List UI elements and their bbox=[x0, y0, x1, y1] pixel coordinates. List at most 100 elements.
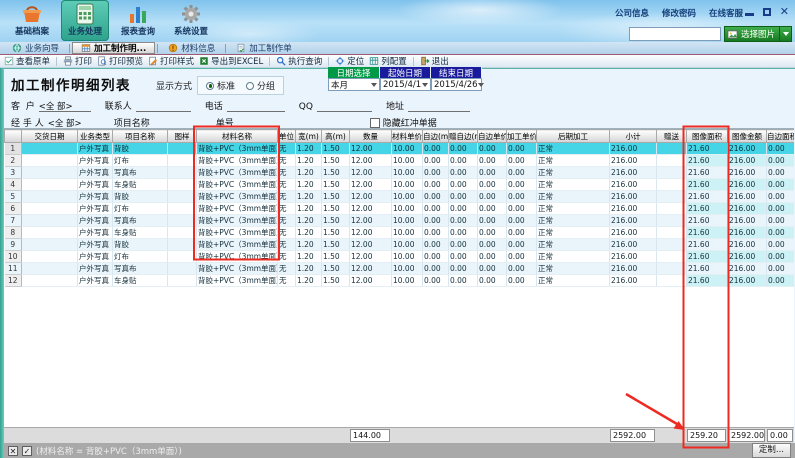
image-path-input[interactable] bbox=[629, 27, 721, 41]
cell-gift[interactable] bbox=[657, 263, 687, 275]
cell-pattern[interactable] bbox=[168, 203, 197, 215]
cell-img_amount[interactable]: 216.00 bbox=[728, 215, 767, 227]
cell-post_proc[interactable]: 正常 bbox=[537, 155, 610, 167]
cell-img_area[interactable]: 21.60 bbox=[687, 275, 728, 287]
cell-edge_price[interactable]: 0.00 bbox=[478, 191, 507, 203]
display-mode-radio[interactable]: 分组 bbox=[246, 79, 275, 92]
cell-gift[interactable] bbox=[657, 167, 687, 179]
cell-mat_price[interactable]: 10.00 bbox=[392, 191, 423, 203]
cell-height[interactable]: 1.50 bbox=[322, 239, 350, 251]
cell-num[interactable]: 2 bbox=[5, 155, 22, 167]
cell-project[interactable]: 写真布 bbox=[113, 167, 168, 179]
grid-row[interactable]: 9户外写真背胶背胶+PVC（3mm单面）无1.201.5012.0010.000… bbox=[5, 239, 795, 251]
cell-subtotal[interactable]: 216.00 bbox=[610, 251, 657, 263]
display-mode-radio[interactable]: 标准 bbox=[206, 79, 235, 92]
cell-edge_area[interactable]: 0.00 bbox=[767, 203, 795, 215]
form-field-input[interactable]: <全 部> bbox=[39, 100, 91, 112]
cell-img_amount[interactable]: 216.00 bbox=[728, 143, 767, 155]
cell-subtotal[interactable]: 216.00 bbox=[610, 215, 657, 227]
cell-delivery_date[interactable] bbox=[22, 203, 78, 215]
cell-num[interactable]: 11 bbox=[5, 263, 22, 275]
date-dropdown[interactable]: 2015/4/1 bbox=[380, 78, 431, 91]
app-button-calc[interactable]: 业务处理 bbox=[61, 0, 109, 41]
restore-icon[interactable] bbox=[763, 8, 771, 16]
cell-edge_area[interactable]: 0.00 bbox=[767, 227, 795, 239]
tab-3[interactable]: 材料信息 bbox=[160, 42, 223, 54]
cell-subtotal[interactable]: 216.00 bbox=[610, 203, 657, 215]
cell-qty[interactable]: 12.00 bbox=[350, 191, 392, 203]
cell-gift_edge[interactable]: 0.00 bbox=[449, 239, 478, 251]
cell-project[interactable]: 背胶 bbox=[113, 143, 168, 155]
cell-mat_price[interactable]: 10.00 bbox=[392, 143, 423, 155]
cell-gift[interactable] bbox=[657, 179, 687, 191]
column-header-gift[interactable]: 赠送 bbox=[657, 130, 687, 143]
cell-delivery_date[interactable] bbox=[22, 275, 78, 287]
cell-pattern[interactable] bbox=[168, 215, 197, 227]
column-header-mat_price[interactable]: 材料单价 bbox=[392, 130, 423, 143]
cell-project[interactable]: 背胶 bbox=[113, 191, 168, 203]
cell-edge_area[interactable]: 0.00 bbox=[767, 167, 795, 179]
cell-proc_price[interactable]: 0.00 bbox=[507, 251, 537, 263]
cell-biz_type[interactable]: 户外写真 bbox=[78, 143, 113, 155]
cell-biz_type[interactable]: 户外写真 bbox=[78, 227, 113, 239]
cell-proc_price[interactable]: 0.00 bbox=[507, 143, 537, 155]
customize-button[interactable]: 定制... bbox=[752, 443, 791, 458]
cell-width[interactable]: 1.20 bbox=[296, 263, 322, 275]
cell-subtotal[interactable]: 216.00 bbox=[610, 275, 657, 287]
form-field-input[interactable] bbox=[408, 100, 470, 112]
date-dropdown[interactable]: 2015/4/26 bbox=[431, 78, 482, 91]
cell-material[interactable]: 背胶+PVC（3mm单面） bbox=[197, 167, 278, 179]
cell-width[interactable]: 1.20 bbox=[296, 191, 322, 203]
cell-material[interactable]: 背胶+PVC（3mm单面） bbox=[197, 239, 278, 251]
cell-subtotal[interactable]: 216.00 bbox=[610, 191, 657, 203]
cell-delivery_date[interactable] bbox=[22, 143, 78, 155]
cell-img_area[interactable]: 21.60 bbox=[687, 167, 728, 179]
app-button-chart[interactable]: 报表查询 bbox=[114, 0, 162, 41]
cell-edge_price[interactable]: 0.00 bbox=[478, 239, 507, 251]
cell-mat_price[interactable]: 10.00 bbox=[392, 167, 423, 179]
column-header-material[interactable]: 材料名称 bbox=[197, 130, 278, 143]
cell-qty[interactable]: 12.00 bbox=[350, 275, 392, 287]
cell-height[interactable]: 1.50 bbox=[322, 275, 350, 287]
cell-delivery_date[interactable] bbox=[22, 263, 78, 275]
grid-row[interactable]: 4户外写真车身贴背胶+PVC（3mm单面）无1.201.5012.0010.00… bbox=[5, 179, 795, 191]
cell-gift[interactable] bbox=[657, 275, 687, 287]
cell-edge_area[interactable]: 0.00 bbox=[767, 251, 795, 263]
cell-width[interactable]: 1.20 bbox=[296, 239, 322, 251]
cell-gift_edge[interactable]: 0.00 bbox=[449, 263, 478, 275]
cell-img_area[interactable]: 21.60 bbox=[687, 179, 728, 191]
cell-mat_price[interactable]: 10.00 bbox=[392, 275, 423, 287]
cell-edge[interactable]: 0.00 bbox=[423, 203, 449, 215]
column-header-edge[interactable]: 自边(m) bbox=[423, 130, 449, 143]
cell-pattern[interactable] bbox=[168, 167, 197, 179]
cell-edge[interactable]: 0.00 bbox=[423, 179, 449, 191]
cell-project[interactable]: 背胶 bbox=[113, 239, 168, 251]
cell-gift[interactable] bbox=[657, 155, 687, 167]
cell-img_area[interactable]: 21.60 bbox=[687, 227, 728, 239]
column-header-proc_price[interactable]: 加工单价 bbox=[507, 130, 537, 143]
cell-gift[interactable] bbox=[657, 251, 687, 263]
cell-biz_type[interactable]: 户外写真 bbox=[78, 251, 113, 263]
toolbar-button-print[interactable]: 打印 bbox=[63, 55, 92, 67]
cell-gift_edge[interactable]: 0.00 bbox=[449, 155, 478, 167]
cell-mat_price[interactable]: 10.00 bbox=[392, 239, 423, 251]
cell-material[interactable]: 背胶+PVC（3mm单面） bbox=[197, 263, 278, 275]
cell-height[interactable]: 1.50 bbox=[322, 155, 350, 167]
cell-proc_price[interactable]: 0.00 bbox=[507, 167, 537, 179]
toolbar-button-preview[interactable]: 打印预览 bbox=[97, 55, 143, 67]
cell-num[interactable]: 6 bbox=[5, 203, 22, 215]
toolbar-button-excel[interactable]: 导出到EXCEL bbox=[199, 55, 263, 67]
cell-mat_price[interactable]: 10.00 bbox=[392, 263, 423, 275]
cell-height[interactable]: 1.50 bbox=[322, 167, 350, 179]
cell-height[interactable]: 1.50 bbox=[322, 251, 350, 263]
cell-mat_price[interactable]: 10.00 bbox=[392, 215, 423, 227]
cell-material[interactable]: 背胶+PVC（3mm单面） bbox=[197, 275, 278, 287]
cell-edge_price[interactable]: 0.00 bbox=[478, 215, 507, 227]
toolbar-button-query[interactable]: 执行查询 bbox=[276, 55, 322, 67]
cell-num[interactable]: 1 bbox=[5, 143, 22, 155]
cell-delivery_date[interactable] bbox=[22, 167, 78, 179]
cell-edge[interactable]: 0.00 bbox=[423, 251, 449, 263]
cell-unit[interactable]: 无 bbox=[278, 155, 296, 167]
cell-unit[interactable]: 无 bbox=[278, 227, 296, 239]
cell-gift[interactable] bbox=[657, 191, 687, 203]
